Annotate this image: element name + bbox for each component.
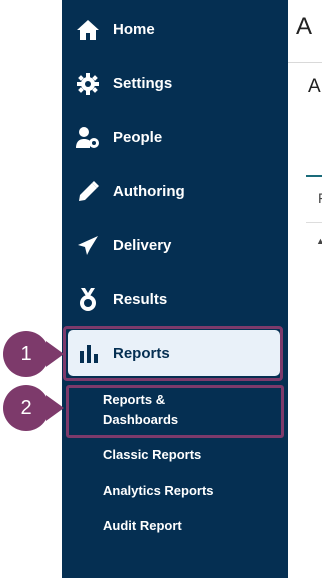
callout-arrow-2 — [46, 395, 64, 421]
sidebar-item-label: People — [113, 129, 163, 146]
caret-up-icon[interactable]: ▲ — [316, 236, 322, 246]
sidebar-item-results[interactable]: Results — [62, 280, 288, 320]
main-header: A — [288, 0, 322, 63]
page-title: A — [296, 13, 313, 40]
sidebar-item-settings[interactable]: Settings — [62, 64, 288, 104]
subitem-label-line2: Dashboards — [103, 412, 179, 427]
sidebar-item-label: Home — [113, 21, 155, 38]
section-title: A — [308, 76, 321, 97]
home-icon — [76, 18, 100, 42]
sidebar-item-authoring[interactable]: Authoring — [62, 172, 288, 212]
tab-indicator — [306, 175, 322, 177]
gear-icon — [76, 72, 100, 96]
subitem-reports-dashboards[interactable]: Reports & Dashboards — [103, 390, 178, 430]
divider — [306, 222, 322, 223]
sidebar-item-delivery[interactable]: Delivery — [62, 226, 288, 266]
sidebar-item-label: Delivery — [113, 237, 172, 254]
sidebar-item-people[interactable]: People — [62, 118, 288, 158]
sidebar-item-label: Settings — [113, 75, 173, 92]
main-content: A A F ▲ — [288, 0, 322, 578]
people-settings-icon — [76, 126, 100, 150]
sidebar-item-label: Reports — [113, 345, 170, 362]
callout-badge-1: 1 — [3, 331, 49, 377]
subitem-analytics-reports[interactable]: Analytics Reports — [103, 481, 214, 501]
sidebar-item-label: Authoring — [113, 183, 185, 200]
callout-badge-2: 2 — [3, 385, 49, 431]
callout-arrow-1 — [46, 341, 64, 367]
sidebar-item-home[interactable]: Home — [62, 10, 288, 50]
subitem-classic-reports[interactable]: Classic Reports — [103, 445, 201, 465]
subitem-audit-report[interactable]: Audit Report — [103, 516, 182, 536]
sidebar-item-label: Results — [113, 291, 168, 308]
field-label: F — [318, 190, 322, 206]
medal-icon — [76, 288, 100, 312]
callout-number: 2 — [20, 396, 32, 419]
subitem-label-line1: Reports & — [103, 392, 166, 407]
pencil-icon — [76, 180, 100, 204]
callout-number: 1 — [20, 342, 32, 365]
sidebar-item-reports[interactable]: Reports — [68, 330, 280, 376]
paper-plane-icon — [76, 234, 100, 258]
left-margin — [0, 0, 62, 578]
bar-chart-icon — [78, 341, 102, 365]
